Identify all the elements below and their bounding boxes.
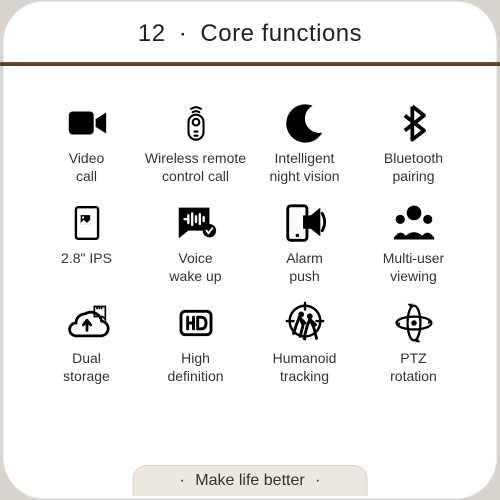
- feature-label: 2.8" IPS: [61, 250, 112, 286]
- footer-text: Make life better: [195, 472, 304, 489]
- footer-tagline: · Make life better ·: [133, 465, 368, 496]
- footer-separator-left: ·: [174, 472, 191, 489]
- voice-wakeup-icon: [166, 196, 226, 250]
- humanoid-tracking-icon: [275, 296, 335, 350]
- feature-label: Multi-user viewing: [383, 250, 444, 286]
- feature-humanoid-tracking: Humanoid tracking: [250, 296, 359, 386]
- feature-card: 12 · Core functions Video call Wireless …: [4, 2, 496, 498]
- feature-multi-user: Multi-user viewing: [359, 196, 468, 286]
- alarm-push-icon: [275, 196, 335, 250]
- ptz-rotation-icon: [384, 296, 444, 350]
- ips-screen-icon: [57, 196, 117, 250]
- feature-ptz-rotation: PTZ rotation: [359, 296, 468, 386]
- feature-label: Dual storage: [63, 350, 110, 386]
- bluetooth-icon: [384, 96, 444, 150]
- features-grid: Video call Wireless remote control call …: [4, 96, 496, 386]
- footer-separator-right: ·: [309, 472, 326, 489]
- header-divider: [0, 62, 500, 66]
- header-number: 12: [138, 20, 166, 47]
- feature-label: Alarm push: [286, 250, 323, 286]
- feature-label: Voice wake up: [169, 250, 221, 286]
- feature-label: Bluetooth pairing: [384, 150, 443, 186]
- feature-wireless-remote: Wireless remote control call: [141, 96, 250, 186]
- feature-label: Video call: [69, 150, 105, 186]
- feature-label: High definition: [167, 350, 223, 386]
- feature-label: Humanoid tracking: [273, 350, 337, 386]
- dual-storage-icon: [57, 296, 117, 350]
- feature-label: PTZ rotation: [390, 350, 437, 386]
- feature-night-vision: Intelligent night vision: [250, 96, 359, 186]
- header-separator: ·: [173, 20, 194, 47]
- video-call-icon: [57, 96, 117, 150]
- feature-alarm-push: Alarm push: [250, 196, 359, 286]
- feature-dual-storage: Dual storage: [32, 296, 141, 386]
- wireless-remote-icon: [166, 96, 226, 150]
- feature-bluetooth: Bluetooth pairing: [359, 96, 468, 186]
- feature-label: Intelligent night vision: [269, 150, 339, 186]
- card-header: 12 · Core functions: [4, 20, 496, 64]
- night-vision-icon: [275, 96, 335, 150]
- hd-icon: [166, 296, 226, 350]
- feature-hd: High definition: [141, 296, 250, 386]
- feature-label: Wireless remote control call: [145, 150, 246, 186]
- header-title: Core functions: [200, 20, 362, 47]
- feature-ips-screen: 2.8" IPS: [32, 196, 141, 286]
- feature-voice-wakeup: Voice wake up: [141, 196, 250, 286]
- feature-video-call: Video call: [32, 96, 141, 186]
- multi-user-icon: [384, 196, 444, 250]
